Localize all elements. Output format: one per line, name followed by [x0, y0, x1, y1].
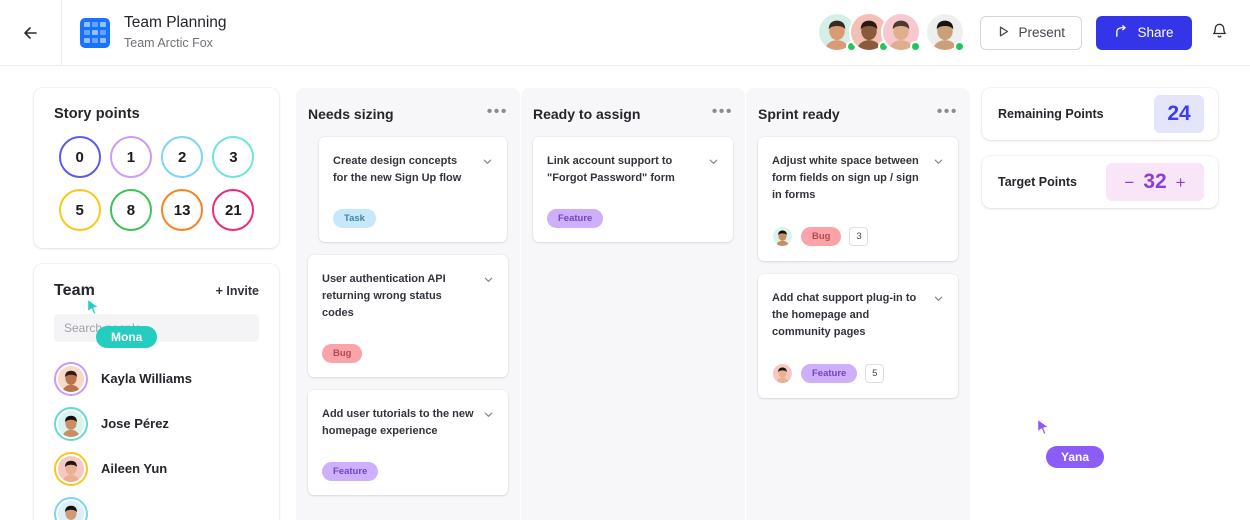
card-points-badge: 5: [865, 364, 885, 384]
chevron-down-icon[interactable]: [933, 154, 944, 172]
task-card-title: Add chat support plug-in to the homepage…: [772, 292, 917, 339]
column-title: Sprint ready: [758, 106, 840, 122]
story-point-0[interactable]: 0: [58, 136, 101, 178]
share-button-label: Share: [1137, 25, 1174, 40]
more-horizontal-icon[interactable]: •••: [487, 103, 508, 125]
back-button[interactable]: [0, 0, 62, 66]
page-subtitle: Team Arctic Fox: [124, 35, 213, 50]
present-button[interactable]: Present: [980, 15, 1082, 50]
remaining-points-value: 24: [1154, 95, 1204, 133]
task-card-tag: Bug: [801, 227, 842, 247]
story-point-8[interactable]: 8: [109, 189, 152, 231]
story-point-2[interactable]: 2: [161, 136, 204, 178]
story-point-21[interactable]: 21: [212, 189, 255, 231]
task-card-title: User authentication API returning wrong …: [322, 273, 446, 320]
cursor-label-yana: Yana: [1046, 446, 1105, 468]
team-member-name: Jose Pérez: [101, 416, 169, 431]
target-points-stepper: − 32 +: [1106, 163, 1204, 201]
card-points-badge: 3: [849, 227, 869, 247]
chevron-down-icon[interactable]: [708, 154, 719, 172]
team-member-list: Kayla Williams Jose Pérez Aileen Yun: [54, 356, 259, 520]
avatar: [54, 451, 88, 486]
invite-button[interactable]: + Invite: [216, 284, 259, 298]
team-member-row[interactable]: Jose Pérez: [54, 401, 259, 446]
avatar: [54, 361, 88, 396]
team-member-name: Aileen Yun: [101, 461, 168, 476]
team-member-name: Kayla Williams: [101, 371, 192, 386]
grid-app-logo-icon: [80, 17, 110, 48]
target-points-increment-button[interactable]: +: [1176, 174, 1186, 191]
task-card-title: Link account support to "Forgot Password…: [547, 155, 675, 185]
column-title: Needs sizing: [308, 106, 394, 122]
collaborator-cursor-yana: Yana: [1036, 418, 1105, 468]
page-title: Team Planning: [124, 14, 227, 32]
bell-icon: [1210, 21, 1229, 45]
task-card[interactable]: Link account support to "Forgot Password…: [533, 137, 733, 243]
present-button-label: Present: [1018, 25, 1065, 40]
collaborator-cursor-mona: Mona: [86, 298, 158, 348]
story-point-1[interactable]: 1: [109, 136, 152, 178]
chevron-down-icon[interactable]: [483, 407, 494, 425]
story-points-panel: Story points 0 1 2 3 5 8 13 21: [34, 88, 279, 248]
task-card-title: Create design concepts for the new Sign …: [333, 155, 462, 185]
task-card[interactable]: Add user tutorials to the new homepage e…: [308, 390, 508, 496]
chevron-down-icon[interactable]: [483, 272, 494, 290]
task-card[interactable]: User authentication API returning wrong …: [308, 255, 508, 378]
header-actions: Present Share: [817, 12, 1250, 53]
chevron-down-icon[interactable]: [933, 291, 944, 309]
column-title: Ready to assign: [533, 106, 641, 122]
play-triangle-icon: [997, 25, 1010, 41]
chevron-down-icon[interactable]: [482, 154, 493, 172]
share-button[interactable]: Share: [1096, 15, 1192, 50]
task-card[interactable]: Add chat support plug-in to the homepage…: [758, 274, 958, 399]
presence-avatar[interactable]: [881, 12, 923, 53]
board-title-block: Team Planning Team Arctic Fox: [62, 13, 227, 52]
task-card-title: Adjust white space between form fields o…: [772, 155, 919, 202]
task-card-tag: Task: [333, 209, 376, 229]
task-card-tag: Feature: [801, 364, 858, 384]
kanban-column: Ready to assign ••• Link account support t…: [521, 88, 745, 520]
share-arrow-icon: [1114, 24, 1129, 42]
kanban-column: Sprint ready ••• Adjust white space betwee…: [746, 88, 970, 520]
story-point-13[interactable]: 13: [161, 189, 204, 231]
avatar: [54, 406, 88, 441]
task-card-tag: Bug: [322, 344, 363, 364]
target-points-decrement-button[interactable]: −: [1124, 174, 1134, 191]
task-card[interactable]: Create design concepts for the new Sign …: [319, 137, 507, 243]
app-header: Team Planning Team Arctic Fox Present Sh…: [0, 0, 1250, 66]
task-card-title: Add user tutorials to the new homepage e…: [322, 408, 474, 438]
notifications-button[interactable]: [1206, 20, 1232, 46]
cursor-pointer-icon: [86, 298, 102, 322]
target-points-panel: Target Points − 32 +: [982, 156, 1218, 208]
arrow-left-icon: [20, 22, 42, 44]
avatar: [54, 496, 88, 520]
remaining-points-label: Remaining Points: [998, 107, 1104, 121]
kanban-column: Needs sizing ••• Create design concepts fo…: [296, 88, 520, 520]
story-point-5[interactable]: 5: [58, 189, 101, 231]
task-card[interactable]: Adjust white space between form fields o…: [758, 137, 958, 262]
team-member-row[interactable]: [54, 491, 259, 520]
cursor-label-mona: Mona: [96, 326, 158, 348]
story-points-grid: 0 1 2 3 5 8 13 21: [54, 136, 259, 231]
online-status-dot: [954, 41, 966, 52]
online-status-dot: [910, 41, 922, 52]
task-card-tag: Feature: [322, 462, 379, 482]
team-member-row[interactable]: Aileen Yun: [54, 446, 259, 491]
card-assignee-avatar[interactable]: [772, 226, 793, 248]
board-canvas: Story points 0 1 2 3 5 8 13 21 Team + Invite Se…: [0, 66, 1250, 520]
presence-avatar-stack[interactable]: [817, 12, 967, 53]
task-card-tag: Feature: [547, 209, 604, 229]
card-assignee-avatar[interactable]: [772, 363, 793, 385]
team-member-row[interactable]: Kayla Williams: [54, 356, 259, 401]
story-points-title: Story points: [54, 106, 140, 122]
more-horizontal-icon[interactable]: •••: [937, 103, 958, 125]
more-horizontal-icon[interactable]: •••: [712, 103, 733, 125]
target-points-label: Target Points: [998, 175, 1077, 189]
remaining-points-panel: Remaining Points 24: [982, 88, 1218, 140]
target-points-value: 32: [1143, 170, 1167, 193]
story-point-3[interactable]: 3: [212, 136, 255, 178]
cursor-pointer-icon: [1036, 418, 1052, 442]
presence-avatar[interactable]: [925, 12, 967, 53]
